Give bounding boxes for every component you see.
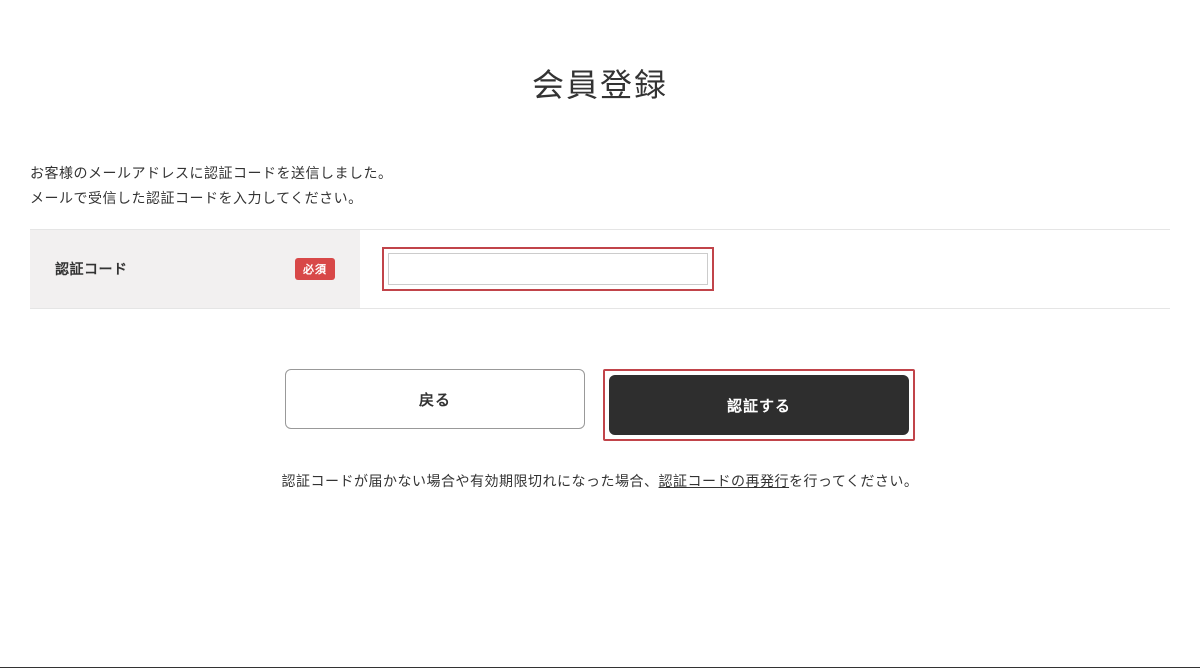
auth-code-label: 認証コード	[55, 259, 128, 279]
button-row: 戻る 認証する	[30, 369, 1170, 441]
submit-button[interactable]: 認証する	[609, 375, 909, 435]
submit-highlight-frame: 認証する	[603, 369, 915, 441]
description-text: お客様のメールアドレスに認証コードを送信しました。 メールで受信した認証コードを…	[30, 161, 1170, 211]
reissue-link[interactable]: 認証コードの再発行	[659, 473, 790, 489]
description-line-2: メールで受信した認証コードを入力してください。	[30, 186, 1170, 211]
auth-code-input[interactable]	[388, 253, 708, 285]
auth-code-row: 認証コード 必須	[30, 230, 1170, 308]
reissue-text: 認証コードが届かない場合や有効期限切れになった場合、認証コードの再発行を行ってく…	[30, 471, 1170, 491]
auth-code-input-cell	[360, 231, 1170, 307]
back-button[interactable]: 戻る	[285, 369, 585, 429]
form-table: 認証コード 必須	[30, 229, 1170, 309]
bottom-border	[0, 667, 1200, 668]
description-line-1: お客様のメールアドレスに認証コードを送信しました。	[30, 161, 1170, 186]
reissue-prefix: 認証コードが届かない場合や有効期限切れになった場合、	[282, 473, 659, 489]
reissue-suffix: を行ってください。	[789, 473, 918, 489]
required-badge: 必須	[295, 258, 335, 280]
page-title: 会員登録	[30, 60, 1170, 106]
input-highlight-frame	[382, 247, 714, 291]
auth-code-label-cell: 認証コード 必須	[30, 230, 360, 308]
